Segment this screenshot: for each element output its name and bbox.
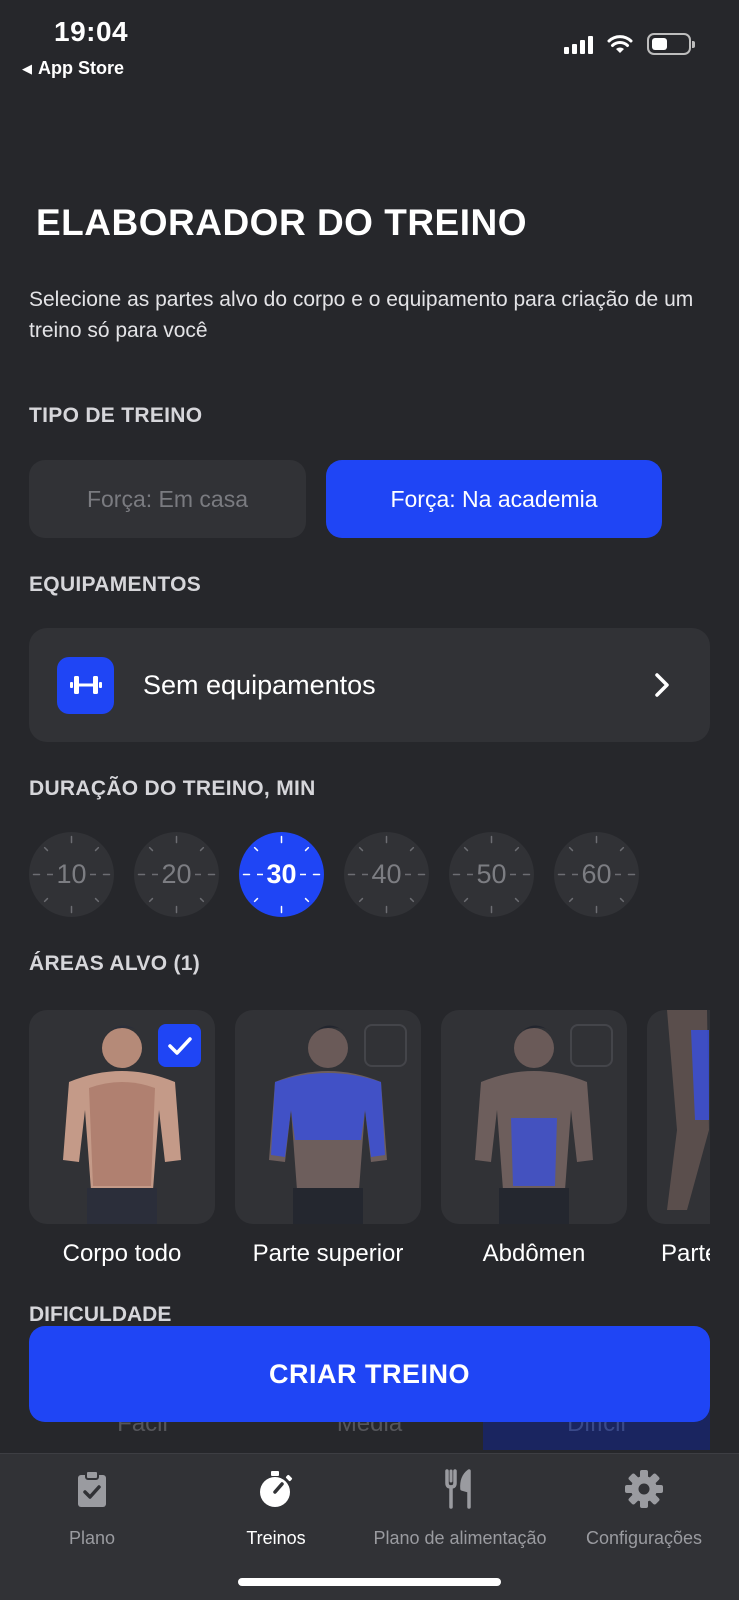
workout-type-label: TIPO DE TREINO xyxy=(29,404,203,427)
duration-option-20[interactable]: 20 xyxy=(134,832,219,917)
tab-workouts[interactable]: Treinos xyxy=(184,1468,368,1549)
duration-option-30[interactable]: 30 xyxy=(239,832,324,917)
wifi-icon xyxy=(607,35,633,53)
area-label: Parte superior xyxy=(252,1240,404,1267)
status-indicators xyxy=(564,33,695,55)
duration-option-label: 20 xyxy=(161,859,192,889)
equipment-value: Sem equipamentos xyxy=(143,669,376,700)
area-label: Parte xyxy=(661,1240,710,1267)
area-card-upper-body[interactable]: Parte superior xyxy=(235,1010,421,1268)
duration-option-label: 40 xyxy=(371,859,402,889)
equipment-label: EQUIPAMENTOS xyxy=(29,573,202,596)
type-home-button[interactable]: Força: Em casa xyxy=(29,460,306,538)
target-areas-carousel[interactable]: Corpo todo Parte superior Abdômen Part xyxy=(29,1010,710,1270)
duration-option-label: 60 xyxy=(581,859,612,889)
duration-option-label: 10 xyxy=(56,859,87,889)
duration-option-60[interactable]: 60 xyxy=(554,832,639,917)
duration-option-50[interactable]: 50 xyxy=(449,832,534,917)
area-checkbox[interactable] xyxy=(570,1024,613,1067)
page-title: ELABORADOR DO TREINO xyxy=(36,202,527,243)
tab-label: Configurações xyxy=(585,1528,703,1548)
dumbbell-icon xyxy=(57,656,114,714)
area-image-container xyxy=(29,1010,215,1224)
area-card-abs[interactable]: Abdômen xyxy=(441,1010,627,1268)
back-store-label: App Store xyxy=(38,58,125,78)
tab-plan[interactable]: Plano xyxy=(0,1468,184,1549)
chevron-right-icon xyxy=(655,673,669,697)
status-bar: 19:04 ◀ App Store xyxy=(0,0,739,90)
tab-meal-plan[interactable]: Plano de alimentação xyxy=(368,1468,552,1549)
gear-icon xyxy=(624,1468,664,1510)
stopwatch-icon xyxy=(256,1468,296,1510)
fork-knife-icon xyxy=(445,1468,475,1510)
page-subtitle: Selecione as partes alvo do corpo e o eq… xyxy=(29,288,694,342)
checkmark-icon xyxy=(167,1036,192,1055)
difficulty-label: DIFICULDADE xyxy=(29,1303,172,1326)
create-workout-button[interactable]: CRIAR TREINO xyxy=(29,1326,710,1422)
duration-option-label: 50 xyxy=(476,859,507,889)
area-image-container xyxy=(647,1010,710,1224)
area-card-lower-body[interactable]: Parte xyxy=(647,1010,710,1268)
duration-label: DURAÇÃO DO TREINO, MIN xyxy=(29,777,316,800)
duration-option-40[interactable]: 40 xyxy=(344,832,429,917)
cellular-signal-icon xyxy=(564,34,593,54)
tab-label: Plano xyxy=(68,1528,116,1548)
duration-option-label: 30 xyxy=(266,859,297,889)
status-time: 19:04 xyxy=(54,16,129,47)
home-indicator xyxy=(238,1578,501,1586)
area-checkbox[interactable] xyxy=(364,1024,407,1067)
lower-body-figure-image xyxy=(667,1010,709,1210)
clipboard-icon xyxy=(76,1468,108,1510)
tab-label: Treinos xyxy=(246,1528,306,1548)
tab-settings[interactable]: Configurações xyxy=(552,1468,736,1549)
area-card-full-body[interactable]: Corpo todo xyxy=(29,1010,215,1268)
back-triangle-icon: ◀ xyxy=(22,60,32,76)
battery-icon xyxy=(647,33,695,55)
target-areas-label: ÁREAS ALVO (1) xyxy=(29,952,201,975)
type-gym-button[interactable]: Força: Na academia xyxy=(326,460,662,538)
duration-option-10[interactable]: 10 xyxy=(29,832,114,917)
area-label: Corpo todo xyxy=(62,1240,182,1267)
equipment-selector[interactable]: Sem equipamentos xyxy=(29,628,710,742)
area-image-container xyxy=(441,1010,627,1224)
tab-label: Plano de alimentação xyxy=(373,1528,547,1548)
area-checkbox-checked[interactable] xyxy=(158,1024,201,1067)
area-label: Abdômen xyxy=(482,1240,586,1267)
area-image-container xyxy=(235,1010,421,1224)
duration-options: 10 20 30 40 50 60 xyxy=(29,832,639,917)
back-to-app-store[interactable]: ◀ App Store xyxy=(22,58,124,79)
